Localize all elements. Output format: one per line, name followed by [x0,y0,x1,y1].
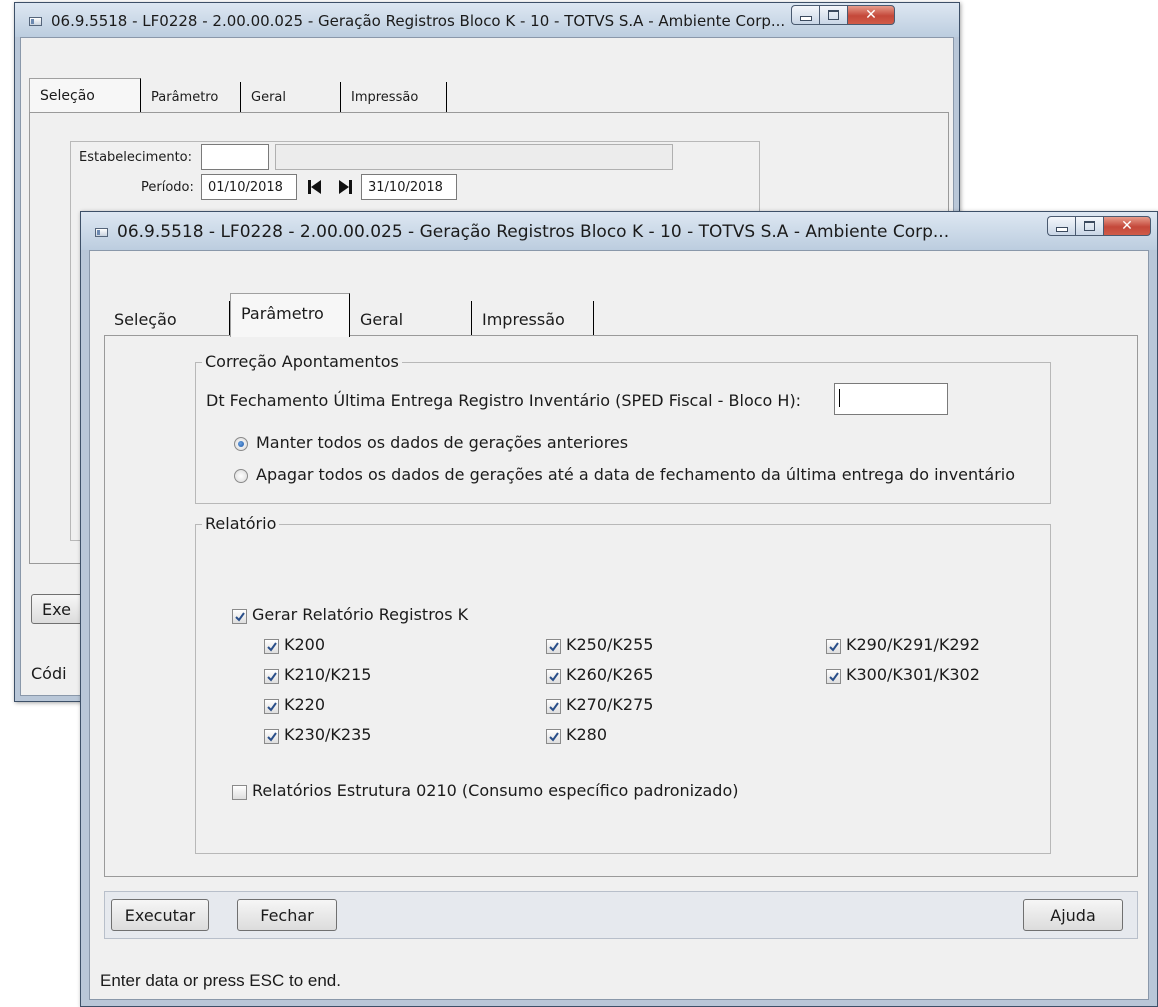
tab-parametro[interactable]: Parâmetro [230,293,350,337]
back-title-bar[interactable]: 06.9.5518 - LF0228 - 2.00.00.025 - Geraç… [15,3,959,37]
gerar-relatorio-checkbox[interactable] [232,609,247,624]
periodo-inicio-input[interactable]: 01/10/2018 [201,174,297,200]
button-bar: Executar Fechar Ajuda [104,891,1138,939]
estabelecimento-label: Estabelecimento: [79,150,193,165]
correcao-legend: Correção Apontamentos [202,352,402,371]
tab-selecao[interactable]: Seleção [104,301,230,335]
label-k270-k275[interactable]: K270/K275 [566,695,653,714]
checkbox-k290-k291-k292[interactable] [826,639,841,654]
text-cursor [839,389,840,407]
app-icon [29,17,42,26]
minimize-icon [799,15,812,21]
check-icon [548,671,559,682]
relatorio-legend: Relatório [202,514,280,533]
maximize-button[interactable] [819,5,847,25]
back-tab-parametro[interactable]: Parâmetro [141,82,241,112]
back-window-title: 06.9.5518 - LF0228 - 2.00.00.025 - Geraç… [51,12,786,30]
minimize-icon [1055,226,1068,232]
label-k250-k255[interactable]: K250/K255 [566,635,653,654]
check-icon [828,641,839,652]
label-k210-k215[interactable]: K210/K215 [284,665,371,684]
radio-manter[interactable] [234,437,248,451]
periodo-fim-input[interactable]: 31/10/2018 [361,174,457,200]
client-area: Seleção Parâmetro Geral Impressão Correç… [89,250,1149,1000]
tab-panel-parametro: Correção Apontamentos Dt Fechamento Últi… [104,335,1138,877]
check-icon [266,641,277,652]
tab-impressao[interactable]: Impressão [472,301,594,335]
label-k230-k235[interactable]: K230/K235 [284,725,371,744]
checkbox-k270-k275[interactable] [546,699,561,714]
correcao-apontamentos-group: Correção Apontamentos Dt Fechamento Últi… [195,352,1051,504]
checkbox-k230-k235[interactable] [264,729,279,744]
check-icon [266,701,277,712]
checkbox-k280[interactable] [546,729,561,744]
check-icon [548,701,559,712]
back-tab-selecao[interactable]: Seleção [29,78,141,112]
first-period-icon[interactable] [303,176,325,198]
checkbox-k260-k265[interactable] [546,669,561,684]
estabelecimento-description [275,144,673,170]
check-icon [548,641,559,652]
status-bar-text: Enter data or press ESC to end. [100,971,341,990]
check-icon [266,731,277,742]
estrutura-0210-checkbox[interactable] [232,785,247,800]
radio-apagar[interactable] [234,469,248,483]
back-status-text: Códi [31,664,67,683]
minimize-button[interactable] [791,5,819,25]
periodo-label: Período: [141,180,194,195]
close-button[interactable]: ✕ [847,5,895,25]
minimize-button[interactable] [1047,216,1075,236]
checkbox-k200[interactable] [264,639,279,654]
maximize-button[interactable] [1075,216,1103,236]
label-k290-k291-k292[interactable]: K290/K291/K292 [846,635,980,654]
check-icon [548,731,559,742]
close-icon: ✕ [865,7,877,23]
main-window: 06.9.5518 - LF0228 - 2.00.00.025 - Geraç… [80,211,1158,1007]
check-icon [828,671,839,682]
label-k200[interactable]: K200 [284,635,325,654]
label-k280[interactable]: K280 [566,725,607,744]
check-icon [234,611,245,622]
close-icon: ✕ [1121,218,1133,234]
estabelecimento-input[interactable] [201,144,269,170]
gerar-relatorio-label[interactable]: Gerar Relatório Registros K [252,605,468,624]
back-tab-geral[interactable]: Geral [241,82,341,112]
close-button[interactable]: ✕ [1103,216,1151,236]
relatorio-group: Relatório Gerar Relatório Registros K K2… [195,514,1051,854]
checkbox-k220[interactable] [264,699,279,714]
checkbox-k210-k215[interactable] [264,669,279,684]
fechar-button[interactable]: Fechar [237,899,337,931]
window-title: 06.9.5518 - LF0228 - 2.00.00.025 - Geraç… [117,222,950,242]
last-period-icon[interactable] [335,176,357,198]
maximize-icon [828,10,839,20]
title-bar[interactable]: 06.9.5518 - LF0228 - 2.00.00.025 - Geraç… [81,212,1157,250]
radio-apagar-label[interactable]: Apagar todos os dados de gerações até a … [256,465,1015,484]
dt-fechamento-label: Dt Fechamento Última Entrega Registro In… [206,391,802,410]
radio-manter-label[interactable]: Manter todos os dados de gerações anteri… [256,433,628,452]
label-k220[interactable]: K220 [284,695,325,714]
ajuda-button[interactable]: Ajuda [1023,899,1123,931]
dt-fechamento-input[interactable] [834,383,948,415]
label-k300-k301-k302[interactable]: K300/K301/K302 [846,665,980,684]
app-icon [95,228,108,237]
estrutura-0210-label[interactable]: Relatórios Estrutura 0210 (Consumo espec… [252,781,738,800]
check-icon [266,671,277,682]
back-tab-impressao[interactable]: Impressão [341,82,447,112]
label-k260-k265[interactable]: K260/K265 [566,665,653,684]
tab-geral[interactable]: Geral [350,301,472,335]
checkbox-k250-k255[interactable] [546,639,561,654]
executar-button[interactable]: Executar [111,899,209,931]
maximize-icon [1084,221,1095,231]
checkbox-k300-k301-k302[interactable] [826,669,841,684]
